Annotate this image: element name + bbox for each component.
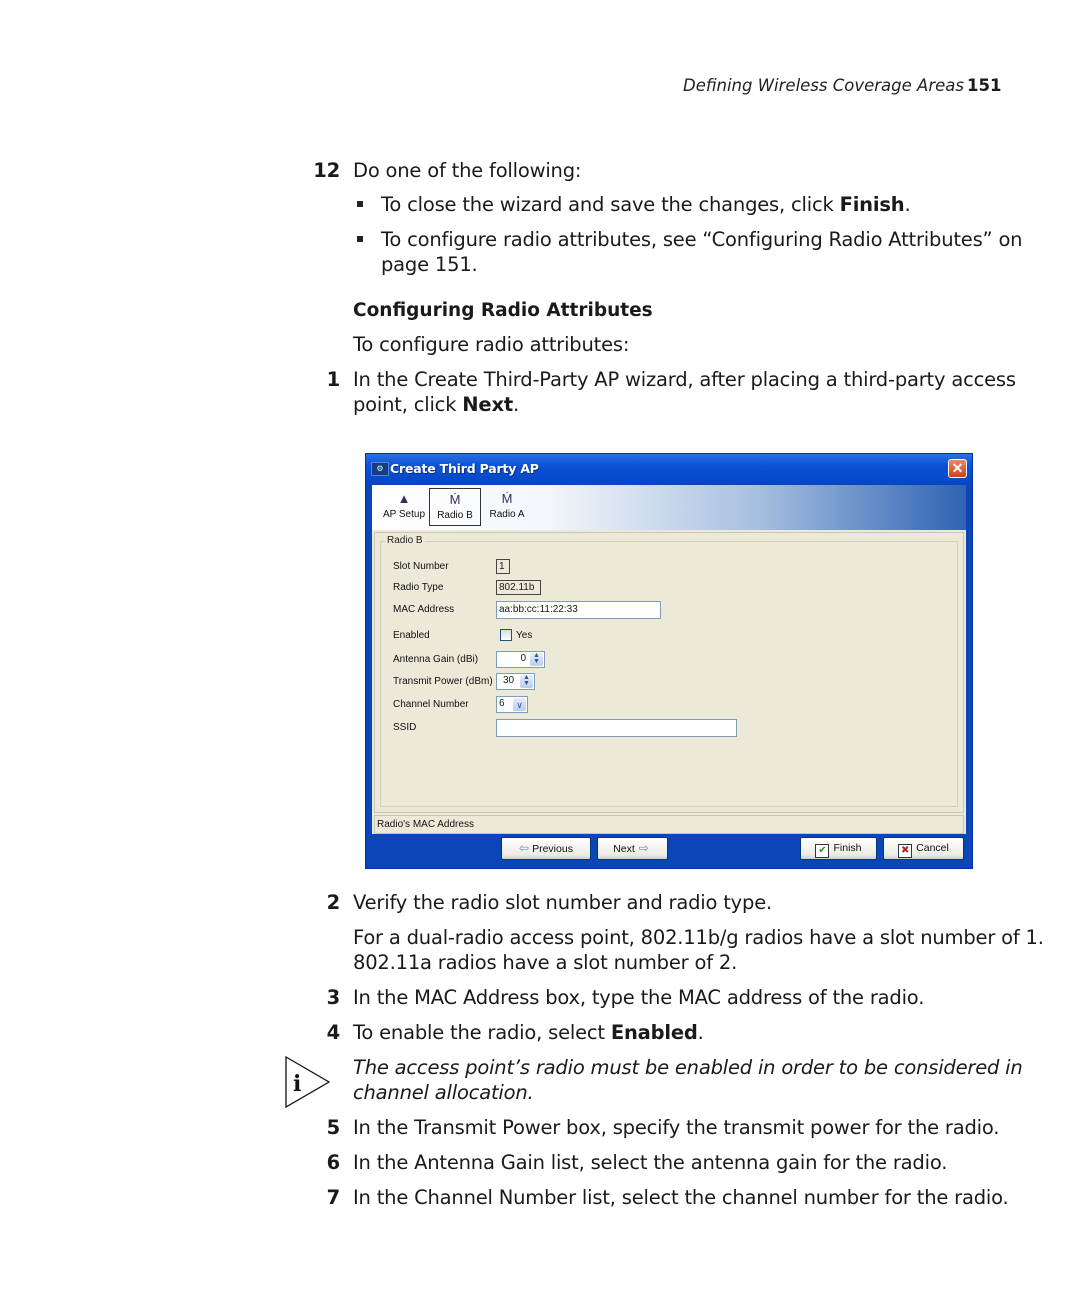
- checkmark-icon: ✔: [815, 844, 830, 858]
- note-text: The access point’s radio must be enabled…: [353, 1056, 1023, 1079]
- step-text: point, click Next.: [353, 392, 519, 417]
- step-text-part: point, click: [353, 393, 463, 416]
- wizard-tabs: ▲ AP Setup Ṁ Radio B Ṁ Radio A: [372, 485, 966, 530]
- enabled-option-label: Yes: [516, 630, 533, 641]
- channel-number-select[interactable]: 6 ∨: [496, 696, 528, 713]
- running-header-title: Defining Wireless Coverage Areas: [683, 76, 964, 95]
- channel-number-label: Channel Number: [393, 699, 469, 710]
- step-number: 6: [326, 1151, 341, 1174]
- bullet-item: To close the wizard and save the changes…: [381, 192, 911, 217]
- button-label: Finish: [833, 842, 862, 854]
- step-text-part: To enable the radio, select: [353, 1021, 611, 1044]
- close-icon: ✕: [951, 460, 964, 476]
- antenna-gain-value: 0: [520, 653, 526, 664]
- bullet-item-line: To configure radio attributes, see “Conf…: [381, 228, 1023, 251]
- step-number: 4: [326, 1021, 341, 1044]
- mac-address-label: MAC Address: [393, 604, 455, 615]
- button-label: Next: [613, 843, 635, 855]
- bullet-text: .: [904, 193, 911, 216]
- tab-label: Radio B: [437, 510, 473, 521]
- step-text: In the Antenna Gain list, select the ant…: [353, 1151, 948, 1174]
- close-button[interactable]: ✕: [948, 459, 967, 478]
- dialog-title: Create Third Party AP: [390, 461, 539, 476]
- channel-number-value: 6: [499, 698, 505, 709]
- antenna-icon: Ṁ: [449, 492, 461, 507]
- radio-type-label: Radio Type: [393, 582, 444, 593]
- arrow-right-icon: ⇨: [638, 841, 649, 855]
- chevron-down-icon[interactable]: ∨: [513, 698, 526, 711]
- radio-type-value: 802.11b: [496, 580, 541, 595]
- section-heading: Configuring Radio Attributes: [353, 300, 653, 321]
- svg-text:i: i: [293, 1071, 301, 1097]
- info-icon: i: [285, 1055, 331, 1112]
- bold-term: Next: [462, 393, 513, 416]
- finish-button[interactable]: ✔ Finish: [800, 837, 877, 860]
- step-text: In the Create Third-Party AP wizard, aft…: [353, 368, 1016, 391]
- antenna-gain-label: Antenna Gain (dBi): [393, 654, 479, 665]
- bold-term: Enabled: [610, 1021, 698, 1044]
- bullet-text: To close the wizard and save the changes…: [381, 193, 840, 216]
- step-number: 5: [326, 1116, 341, 1139]
- create-third-party-ap-dialog: ⚙ Create Third Party AP ✕ ▲ AP Setup Ṁ R…: [365, 453, 973, 869]
- step-text: In the Channel Number list, select the c…: [353, 1186, 1009, 1209]
- spinner-arrows-icon[interactable]: ▲ ▼: [530, 652, 543, 666]
- slot-number-value: 1: [496, 559, 510, 574]
- transmit-power-label: Transmit Power (dBm): [393, 676, 493, 687]
- antenna-icon: Ṁ: [501, 491, 513, 506]
- dialog-client-area: ▲ AP Setup Ṁ Radio B Ṁ Radio A Radio B S…: [372, 485, 966, 862]
- wizard-button-bar: ⇦ Previous Next ⇨ ✔ Finish ✖ Cancel: [372, 834, 966, 862]
- transmit-power-value: 30: [503, 675, 515, 686]
- step-number: 2: [326, 891, 341, 914]
- step-text: Verify the radio slot number and radio t…: [353, 891, 773, 914]
- app-icon: ⚙: [371, 462, 389, 476]
- step-paragraph: For a dual-radio access point, 802.11b/g…: [353, 926, 1044, 949]
- mac-address-input[interactable]: aa:bb:cc:11:22:33: [496, 601, 661, 619]
- bold-term: Finish: [839, 193, 905, 216]
- enabled-checkbox[interactable]: [500, 629, 512, 641]
- spinner-arrows-icon[interactable]: ▲ ▼: [520, 674, 533, 688]
- step-paragraph: 802.11a radios have a slot number of 2.: [353, 951, 738, 974]
- tab-ap-setup[interactable]: ▲ AP Setup: [377, 488, 431, 526]
- step-number: 12: [313, 159, 340, 182]
- previous-button[interactable]: ⇦ Previous: [501, 837, 591, 860]
- group-title: Radio B: [385, 535, 425, 546]
- ssid-label: SSID: [393, 722, 417, 733]
- bullet-icon: [357, 201, 363, 207]
- bullet-item-line: page 151.: [381, 253, 478, 276]
- step-text-part: .: [512, 393, 519, 416]
- radio-settings-panel: Radio B Slot Number 1 Radio Type 802.11b…: [374, 532, 964, 813]
- bullet-icon: [357, 236, 363, 242]
- step-text: In the MAC Address box, type the MAC add…: [353, 986, 925, 1009]
- tab-label: AP Setup: [382, 509, 426, 520]
- page-number: 151: [967, 76, 1002, 95]
- dialog-titlebar[interactable]: ⚙ Create Third Party AP ✕: [366, 454, 972, 484]
- cancel-x-icon: ✖: [898, 844, 913, 858]
- arrow-left-icon: ⇦: [519, 841, 530, 855]
- step-text: In the Transmit Power box, specify the t…: [353, 1116, 1000, 1139]
- next-button[interactable]: Next ⇨: [597, 837, 668, 860]
- section-intro: To configure radio attributes:: [353, 333, 630, 356]
- antenna-gain-spinner[interactable]: 0 ▲ ▼: [496, 651, 545, 668]
- step-text: Do one of the following:: [353, 159, 582, 182]
- tab-radio-a[interactable]: Ṁ Radio A: [483, 488, 531, 526]
- button-label: Cancel: [916, 842, 949, 854]
- step-number: 3: [326, 986, 341, 1009]
- status-bar: Radio's MAC Address: [374, 815, 964, 834]
- step-text: To enable the radio, select Enabled.: [353, 1020, 704, 1045]
- cancel-button[interactable]: ✖ Cancel: [883, 837, 964, 860]
- tab-radio-b[interactable]: Ṁ Radio B: [429, 488, 481, 526]
- transmit-power-spinner[interactable]: 30 ▲ ▼: [496, 673, 535, 690]
- enabled-label: Enabled: [393, 630, 430, 641]
- step-number: 1: [326, 368, 341, 391]
- radio-b-group: Radio B Slot Number 1 Radio Type 802.11b…: [380, 535, 958, 807]
- note-text: channel allocation.: [353, 1081, 534, 1104]
- tab-label: Radio A: [489, 509, 525, 520]
- button-label: Previous: [532, 843, 573, 855]
- slot-number-label: Slot Number: [393, 561, 449, 572]
- step-text-part: .: [697, 1021, 704, 1044]
- ssid-input[interactable]: [496, 719, 737, 737]
- warning-triangle-icon: ▲: [397, 491, 411, 506]
- step-number: 7: [326, 1186, 341, 1209]
